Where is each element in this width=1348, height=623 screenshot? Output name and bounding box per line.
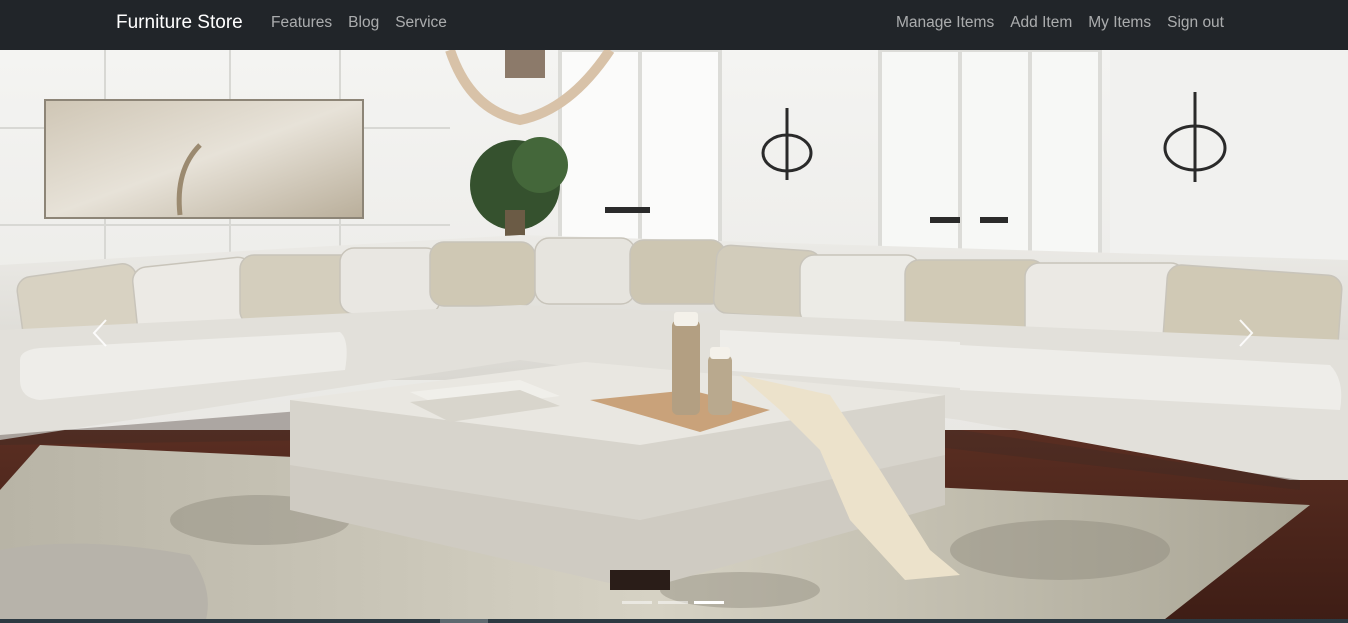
carousel-indicator-2[interactable] [658,601,688,604]
carousel-indicator-1[interactable] [622,601,652,604]
nav-link-service[interactable]: Service [395,14,447,32]
nav-link-manage-items[interactable]: Manage Items [896,14,994,32]
carousel-indicators [622,601,724,604]
nav-left-group: Features Blog Service [271,14,447,32]
bottom-scroll-strip [0,619,1348,623]
carousel-prev-button[interactable] [40,50,160,620]
nav-link-blog[interactable]: Blog [348,14,379,32]
nav-link-features[interactable]: Features [271,14,332,32]
top-navbar: Furniture Store Features Blog Service Ma… [0,0,1348,50]
nav-link-add-item[interactable]: Add Item [1010,14,1072,32]
carousel-slide-image [0,50,1348,623]
hero-carousel [0,50,1348,623]
bottom-scroll-thumb[interactable] [440,619,488,623]
nav-link-my-items[interactable]: My Items [1088,14,1151,32]
chevron-right-icon [1237,318,1255,353]
chevron-left-icon [91,318,109,353]
nav-right-group: Manage Items Add Item My Items Sign out [896,14,1224,32]
brand-logo-link[interactable]: Furniture Store [116,12,243,34]
carousel-indicator-3[interactable] [694,601,724,604]
carousel-next-button[interactable] [1186,50,1306,620]
nav-link-sign-out[interactable]: Sign out [1167,14,1224,32]
